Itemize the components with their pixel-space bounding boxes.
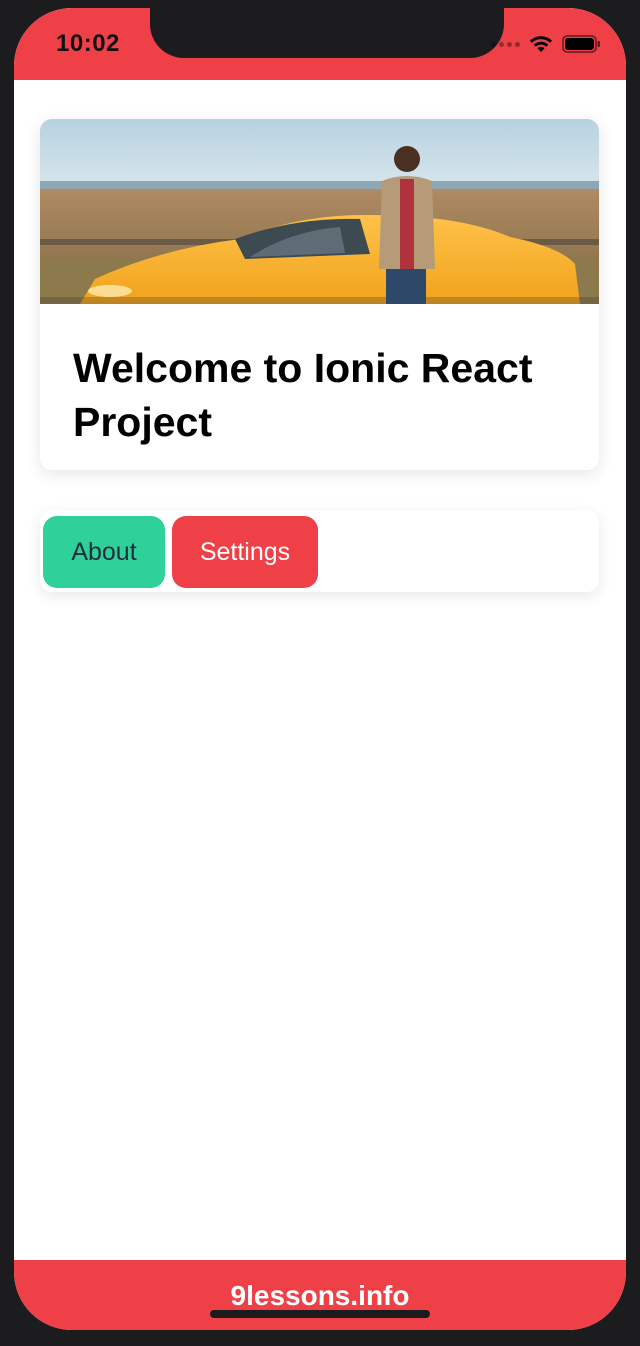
device-frame: 10:02 Welcome to Ionic React Project Abo…	[0, 0, 640, 1346]
main-content: Welcome to Ionic React Project About Set…	[14, 80, 626, 1260]
device-notch	[150, 8, 504, 58]
status-time: 10:02	[56, 30, 120, 57]
wifi-icon	[530, 36, 552, 52]
battery-icon	[562, 35, 600, 53]
about-button[interactable]: About	[43, 516, 165, 588]
status-icons	[491, 34, 602, 54]
status-bar: 10:02	[14, 8, 626, 80]
footer-text: 9lessons.info	[230, 1280, 410, 1311]
welcome-card: Welcome to Ionic React Project	[40, 119, 599, 470]
footer: 9lessons.info	[14, 1260, 626, 1330]
settings-button[interactable]: Settings	[172, 516, 318, 588]
signal-dots-icon	[491, 41, 520, 47]
card-image	[40, 119, 599, 304]
button-bar: About Settings	[40, 510, 599, 592]
home-indicator[interactable]	[210, 1310, 430, 1318]
card-title: Welcome to Ionic React Project	[73, 345, 533, 445]
phone-screen: 10:02 Welcome to Ionic React Project Abo…	[14, 8, 626, 1330]
